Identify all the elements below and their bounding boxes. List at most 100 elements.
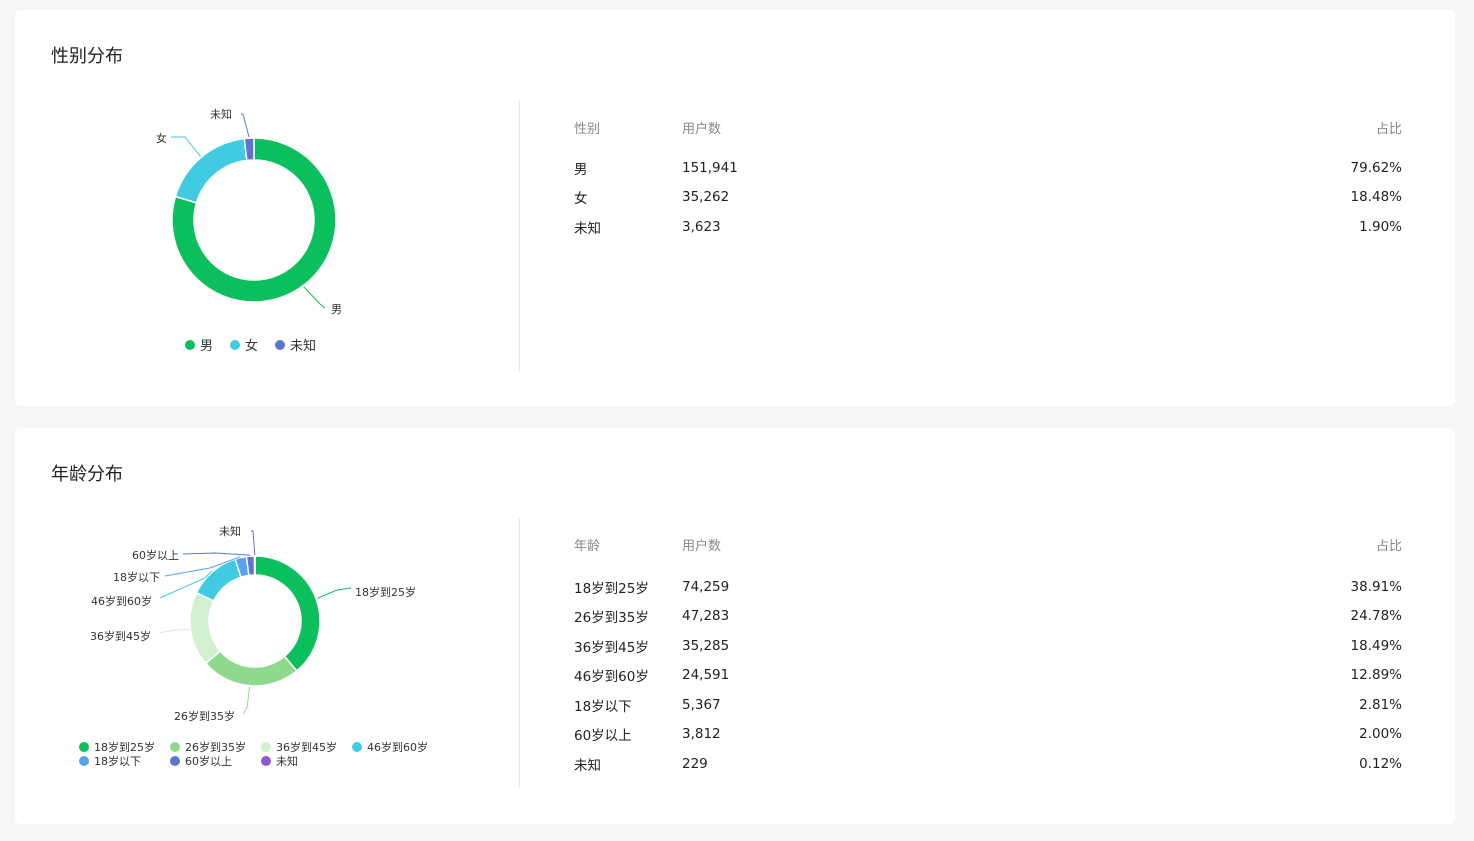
label-leader-line [171, 136, 201, 157]
slice-label: 18岁以下 [113, 570, 160, 584]
legend-dot-icon [261, 756, 271, 766]
label-leader-line [242, 686, 251, 715]
age-card: 年龄分布 18岁到25岁 26岁到35岁 36岁到45岁 46岁到60岁 18岁以下 60… [15, 428, 1455, 824]
legend-label: 60岁以上 [185, 755, 232, 768]
cell-users: 151,941 [682, 159, 738, 176]
cell-users: 3,812 [682, 726, 721, 743]
legend-label: 未知 [290, 339, 317, 354]
cell-age: 60岁以上 [574, 728, 632, 745]
donut-slice[interactable] [204, 649, 298, 687]
gender-header-users: 用户数 [682, 121, 722, 137]
donut-slice[interactable] [174, 137, 248, 204]
cell-users: 3,623 [682, 218, 721, 235]
legend-dot-icon [230, 339, 241, 350]
cell-age: 18岁到25岁 [574, 580, 649, 597]
table-row: 男 151,941 79.62% [574, 153, 1402, 183]
legend-label: 未知 [276, 755, 298, 768]
cell-ratio: 18.49% [1350, 637, 1402, 654]
legend-item[interactable]: 36岁到45岁 [261, 740, 352, 754]
legend-item[interactable]: 18岁以下 [79, 754, 170, 768]
legend-dot-icon [79, 742, 89, 752]
slice-label: 60岁以上 [132, 548, 179, 562]
gender-header-ratio: 占比 [1375, 121, 1402, 137]
donut-slice[interactable] [254, 555, 321, 672]
legend-label: 女 [245, 339, 259, 354]
age-header-ratio: 占比 [1375, 538, 1402, 554]
cell-age: 未知 [574, 757, 601, 774]
gender-card: 性别分布 男女未知 男女未知 性别 用户数 占比 男 151,941 79.62… [15, 10, 1455, 406]
slice-label: 男 [331, 303, 342, 316]
label-leader-line [158, 629, 190, 634]
legend-dot-icon [261, 742, 271, 752]
cell-users: 5,367 [682, 696, 721, 713]
legend-item[interactable]: 46岁到60岁 [352, 740, 443, 754]
gender-divider [519, 100, 520, 372]
table-row: 未知 229 0.12% [574, 749, 1402, 779]
label-leader-line [251, 530, 256, 556]
cell-users: 35,262 [682, 189, 730, 206]
label-leader-line [182, 552, 251, 556]
age-legend: 18岁到25岁 26岁到35岁 36岁到45岁 46岁到60岁 18岁以下 60岁以上 未知 [79, 740, 459, 768]
legend-item[interactable]: 18岁到25岁 [79, 740, 170, 754]
legend-dot-icon [79, 756, 89, 766]
cell-ratio: 1.90% [1359, 218, 1402, 235]
donut-slice[interactable] [243, 137, 255, 162]
legend-item[interactable]: 男 [185, 335, 213, 354]
legend-label: 男 [200, 339, 214, 354]
cell-ratio: 2.81% [1359, 696, 1402, 713]
cell-ratio: 18.48% [1350, 189, 1402, 206]
slice-label: 46岁到60岁 [91, 594, 152, 608]
age-table: 年龄 用户数 占比 18岁到25岁 74,259 38.91% 26岁到35岁 47,2… [574, 534, 1402, 779]
legend-item[interactable]: 26岁到35岁 [170, 740, 261, 754]
slice-label: 26岁到35岁 [174, 709, 235, 723]
label-leader-line [316, 587, 352, 599]
gender-table-body: 男 151,941 79.62% 女 35,262 18.48% 未知 3,62… [574, 153, 1402, 242]
age-header-age: 年龄 [574, 538, 601, 554]
cell-ratio: 24.78% [1350, 608, 1402, 625]
legend-dot-icon [352, 742, 362, 752]
cell-ratio: 38.91% [1350, 578, 1402, 595]
age-divider [519, 518, 520, 788]
legend-label: 46岁到60岁 [367, 741, 428, 754]
slice-label: 未知 [210, 107, 232, 121]
age-header-users: 用户数 [682, 538, 722, 554]
cell-age: 36岁到45岁 [574, 639, 649, 656]
cell-users: 229 [682, 755, 708, 772]
slice-label: 18岁到25岁 [355, 585, 416, 599]
table-row: 未知 3,623 1.90% [574, 212, 1402, 242]
slice-label: 女 [156, 131, 167, 145]
age-table-header: 年龄 用户数 占比 [574, 534, 1402, 554]
slice-label: 36岁到45岁 [90, 629, 151, 643]
gender-table-header: 性别 用户数 占比 [574, 117, 1402, 137]
cell-age: 18岁以下 [574, 698, 632, 715]
legend-item[interactable]: 未知 [261, 754, 352, 768]
label-leader-line [303, 286, 326, 309]
table-row: 女 35,262 18.48% [574, 183, 1402, 213]
legend-item[interactable]: 60岁以上 [170, 754, 261, 768]
gender-header-gender: 性别 [574, 121, 601, 137]
cell-gender: 女 [574, 191, 588, 208]
legend-item[interactable]: 女 [230, 335, 258, 354]
legend-item[interactable]: 未知 [275, 335, 316, 354]
cell-ratio: 12.89% [1350, 667, 1402, 684]
legend-dot-icon [170, 742, 180, 752]
cell-users: 35,285 [682, 637, 730, 654]
gender-table: 性别 用户数 占比 男 151,941 79.62% 女 35,262 18.4… [574, 117, 1402, 242]
donut-slice[interactable] [189, 591, 222, 665]
table-row: 46岁到60岁 24,591 12.89% [574, 661, 1402, 691]
table-row: 18岁以下 5,367 2.81% [574, 690, 1402, 720]
cell-gender: 未知 [574, 220, 601, 237]
legend-dot-icon [170, 756, 180, 766]
table-row: 36岁到45岁 35,285 18.49% [574, 631, 1402, 661]
cell-ratio: 2.00% [1359, 726, 1402, 743]
table-row: 60岁以上 3,812 2.00% [574, 720, 1402, 750]
cell-age: 26岁到35岁 [574, 610, 649, 627]
gender-legend: 男 女 未知 [185, 335, 333, 354]
legend-dot-icon [185, 339, 195, 350]
cell-users: 74,259 [682, 578, 730, 595]
table-row: 26岁到35岁 47,283 24.78% [574, 602, 1402, 632]
donut-slice[interactable] [195, 558, 242, 602]
slice-label: 未知 [219, 524, 241, 538]
cell-age: 46岁到60岁 [574, 669, 649, 686]
cell-users: 47,283 [682, 608, 730, 625]
